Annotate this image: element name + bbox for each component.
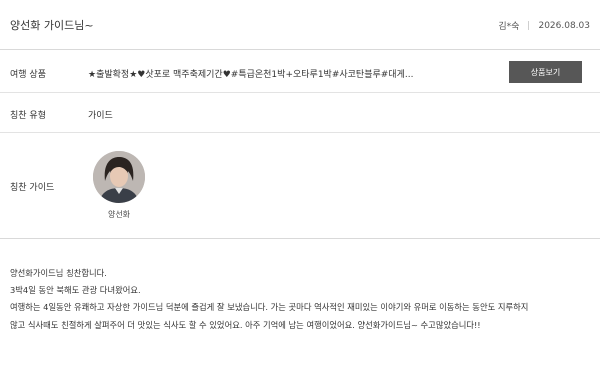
praise-type-label: 칭찬 유형 [10, 111, 46, 121]
view-product-button[interactable]: 상품보기 [509, 61, 582, 83]
review-header: 양선화 가이드님~ 김*숙 2026.08.03 [0, 0, 600, 50]
review-body-line: 여행하는 4일동안 유쾌하고 자상한 가이드님 덕분에 즐겁게 잘 보냈습니다.… [10, 302, 529, 313]
praise-guide-label: 칭찬 가이드 [10, 183, 55, 193]
product-value: ★출발확정★♥삿포로 맥주축제기간♥#특급온천1박+오타루1박#사코탄블루#대게… [88, 70, 414, 80]
review-body: 양선화가이드님 칭찬합니다. 3박4일 동안 북해도 관광 다녀왔어요. 여행하… [10, 265, 590, 334]
praise-type-value: 가이드 [88, 111, 113, 121]
review-title: 양선화 가이드님~ [10, 19, 94, 32]
guide-name: 양선화 [107, 210, 131, 219]
guide-profile: 양선화 [92, 151, 146, 220]
meta-divider [528, 21, 530, 30]
review-body-line: 않고 식사때도 친절하게 살펴주어 더 맛있는 식사도 할 수 있었어요. 아주… [10, 319, 481, 330]
review-author: 김*숙 [498, 22, 520, 32]
praise-guide-row: 칭찬 가이드 양선화 [0, 133, 600, 239]
review-meta: 김*숙 2026.08.03 [498, 19, 590, 33]
praise-type-row: 칭찬 유형 가이드 [0, 93, 600, 133]
review-body-line: 3박4일 동안 북해도 관광 다녀왔어요. [10, 285, 141, 296]
review-date: 2026.08.03 [538, 20, 590, 31]
review-body-line: 양선화가이드님 칭찬합니다. [10, 268, 107, 278]
guide-avatar-photo-icon [93, 151, 145, 203]
product-label: 여행 상품 [10, 70, 46, 80]
guide-avatar [93, 151, 145, 203]
product-row: 여행 상품 ★출발확정★♥삿포로 맥주축제기간♥#특급온천1박+오타루1박#사코… [0, 50, 600, 93]
